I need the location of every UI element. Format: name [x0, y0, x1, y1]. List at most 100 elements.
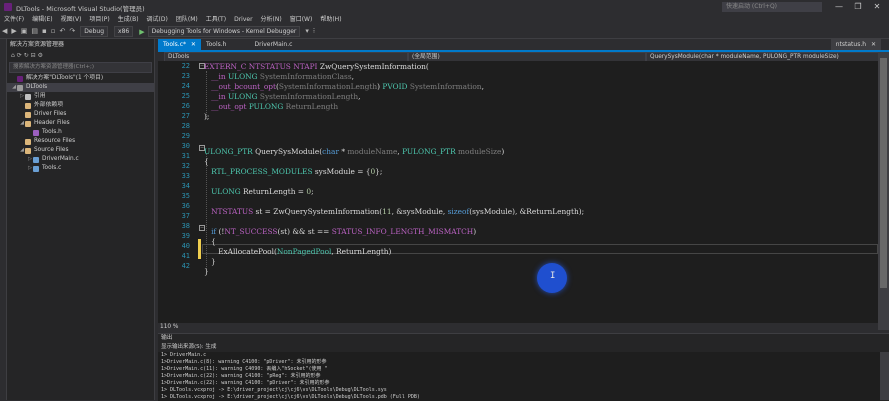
properties-icon[interactable]: ⚙	[38, 52, 43, 59]
tree-item-label: Tools.c	[42, 165, 62, 171]
menu-tools[interactable]: 工具(T)	[206, 14, 226, 25]
output-line: 1> DLTools.vcxproj -> E:\driver_project\…	[161, 387, 387, 393]
menu-debug[interactable]: 调试(D)	[147, 14, 168, 25]
configuration-select[interactable]: Debug	[80, 26, 109, 37]
line-number: 40	[181, 242, 190, 250]
menu-window[interactable]: 窗口(W)	[290, 14, 313, 25]
maximize-button[interactable]: ❐	[851, 1, 865, 13]
solution-explorer-toolbar: ⌂ ⟳ ↻ ⊟ ⚙	[7, 50, 154, 61]
toolbar-options-icon[interactable]: ⁝	[313, 25, 315, 38]
redo-icon[interactable]: ↷	[69, 25, 75, 38]
solution-icon	[17, 75, 23, 82]
tree-item[interactable]: Resource Files	[7, 137, 154, 146]
output-line: 1>DriverMain.c(11): warning C4090: 丟编入"h…	[161, 366, 328, 372]
platform-select[interactable]: x86	[114, 26, 134, 37]
menu-edit[interactable]: 编辑(E)	[32, 14, 52, 25]
tree-item[interactable]: Driver Files	[7, 110, 154, 119]
quick-launch-input[interactable]: 快速启动 (Ctrl+Q)	[722, 2, 822, 12]
folder-icon	[25, 102, 31, 109]
tree-item[interactable]: ◢ DLTools	[7, 83, 154, 92]
menu-team[interactable]: 团队(M)	[176, 14, 198, 25]
editor-vertical-scrollbar[interactable]	[878, 52, 889, 330]
menu-file[interactable]: 文件(F)	[4, 14, 24, 25]
menu-project[interactable]: 项目(P)	[89, 14, 109, 25]
open-icon[interactable]: ▤	[31, 25, 38, 38]
line-number: 42	[181, 262, 190, 270]
tree-item[interactable]: 解决方案"DLTools"(1 个项目)	[7, 74, 154, 83]
tab-ntstatus-h[interactable]: ntstatus.h ✕	[830, 39, 881, 50]
back-icon[interactable]: ◀	[2, 25, 7, 38]
line-number: 34	[181, 182, 190, 190]
left-tool-strip	[0, 39, 7, 400]
folder-icon	[25, 147, 31, 154]
tree-item-label: DLTools	[26, 84, 48, 90]
close-icon[interactable]: ✕	[191, 41, 196, 48]
debugger-select[interactable]: Debugging Tools for Windows - Kernel Deb…	[147, 26, 301, 37]
c-file-icon	[33, 165, 39, 172]
save-icon[interactable]: ▪	[42, 25, 47, 38]
sync-icon[interactable]: ⟳	[17, 52, 22, 59]
output-line: 1>DriverMain.c(8): warning C4100: "pDriv…	[161, 359, 327, 365]
code-line: }	[204, 267, 209, 276]
tree-item[interactable]: ▷ DriverMain.c	[7, 155, 154, 164]
line-number: 31	[181, 152, 190, 160]
undo-icon[interactable]: ↶	[60, 25, 66, 38]
line-number: 30	[181, 142, 190, 150]
line-number: 38	[181, 222, 190, 230]
tab-tools-c[interactable]: Tools.c* ✕	[158, 39, 201, 50]
editor-horizontal-scrollbar[interactable]: 110 %	[158, 323, 878, 331]
refresh-icon[interactable]: ↻	[24, 52, 29, 59]
tree-item[interactable]: ◢ Header Files	[7, 119, 154, 128]
home-icon[interactable]: ⌂	[11, 52, 15, 59]
start-debug-icon[interactable]: ▶	[139, 28, 144, 36]
menu-help[interactable]: 帮助(H)	[320, 14, 341, 25]
dropdown-chevron-icon[interactable]: ▾	[305, 25, 309, 38]
code-editor[interactable]: 22 23 24 25 26 27 28 29 30 31 32 33 34 35 36 37 38 39 40 41…	[158, 61, 878, 323]
tab-tools-h[interactable]: Tools.h	[201, 39, 232, 50]
tree-item-label: Resource Files	[34, 138, 76, 144]
tree-item-label: Driver Files	[34, 111, 67, 117]
minimize-button[interactable]: —	[832, 1, 846, 13]
change-marker	[198, 239, 201, 259]
code-line: __out_opt PULONG ReturnLength	[211, 102, 339, 111]
output-text[interactable]: 1> DriverMain.c 1>DriverMain.c(8): warnin…	[158, 352, 880, 401]
tab-drivermain-c[interactable]: DriverMain.c	[249, 39, 297, 50]
line-number: 25	[181, 92, 190, 100]
tree-item[interactable]: 外部依赖项	[7, 101, 154, 110]
code-line: __in ULONG SystemInformationLength,	[211, 92, 361, 101]
menu-view[interactable]: 视图(V)	[61, 14, 82, 25]
menu-build[interactable]: 生成(B)	[118, 14, 139, 25]
new-project-icon[interactable]: ▣	[21, 25, 28, 38]
line-number: 39	[181, 232, 190, 240]
line-number: 27	[181, 112, 190, 120]
scrollbar-thumb[interactable]	[880, 58, 887, 288]
close-icon[interactable]: ✕	[871, 41, 876, 48]
folder-icon	[25, 120, 31, 127]
close-button[interactable]: ✕	[870, 1, 884, 13]
tree-item[interactable]: Tools.h	[7, 128, 154, 137]
forward-icon[interactable]: ▶	[11, 25, 16, 38]
output-panel: 输出 显示输出来源(S): 生成 1> DriverMain.c 1>Driver…	[158, 333, 889, 401]
tree-item-label: 解决方案"DLTools"(1 个项目)	[26, 75, 104, 81]
tree-item[interactable]: ◢ Source Files	[7, 146, 154, 155]
tree-item[interactable]: ▷ 引用	[7, 92, 154, 101]
tree-item[interactable]: ▷ Tools.c	[7, 164, 154, 173]
navigation-bar: DLTools (全局范围) QuerySysModule(char * mod…	[158, 52, 879, 62]
line-number: 29	[181, 132, 190, 140]
line-number: 37	[181, 212, 190, 220]
save-all-icon[interactable]: ▫	[51, 25, 56, 38]
menu-driver[interactable]: Driver	[234, 14, 252, 25]
code-line: EXTERN_C NTSTATUS NTAPI ZwQuerySystemInf…	[204, 62, 429, 71]
line-number: 22	[181, 62, 190, 70]
output-source-select[interactable]: 显示输出来源(S): 生成	[158, 343, 889, 351]
line-number: 41	[181, 252, 190, 260]
output-scrollbar[interactable]	[880, 352, 889, 400]
folder-icon	[25, 111, 31, 118]
menu-analyze[interactable]: 分析(N)	[261, 14, 282, 25]
solution-search-input[interactable]: 搜索解决方案资源管理器(Ctrl+;)	[9, 62, 152, 73]
tab-label: Tools.c*	[163, 41, 186, 48]
collapse-all-icon[interactable]: ⊟	[31, 52, 36, 59]
code-line: ExAllocatePool(NonPagedPool, ReturnLengt…	[204, 247, 392, 256]
zoom-level[interactable]: 110 %	[160, 323, 178, 331]
document-tabs: Tools.c* ✕ Tools.h DriverMain.c ntstatus…	[158, 39, 889, 52]
